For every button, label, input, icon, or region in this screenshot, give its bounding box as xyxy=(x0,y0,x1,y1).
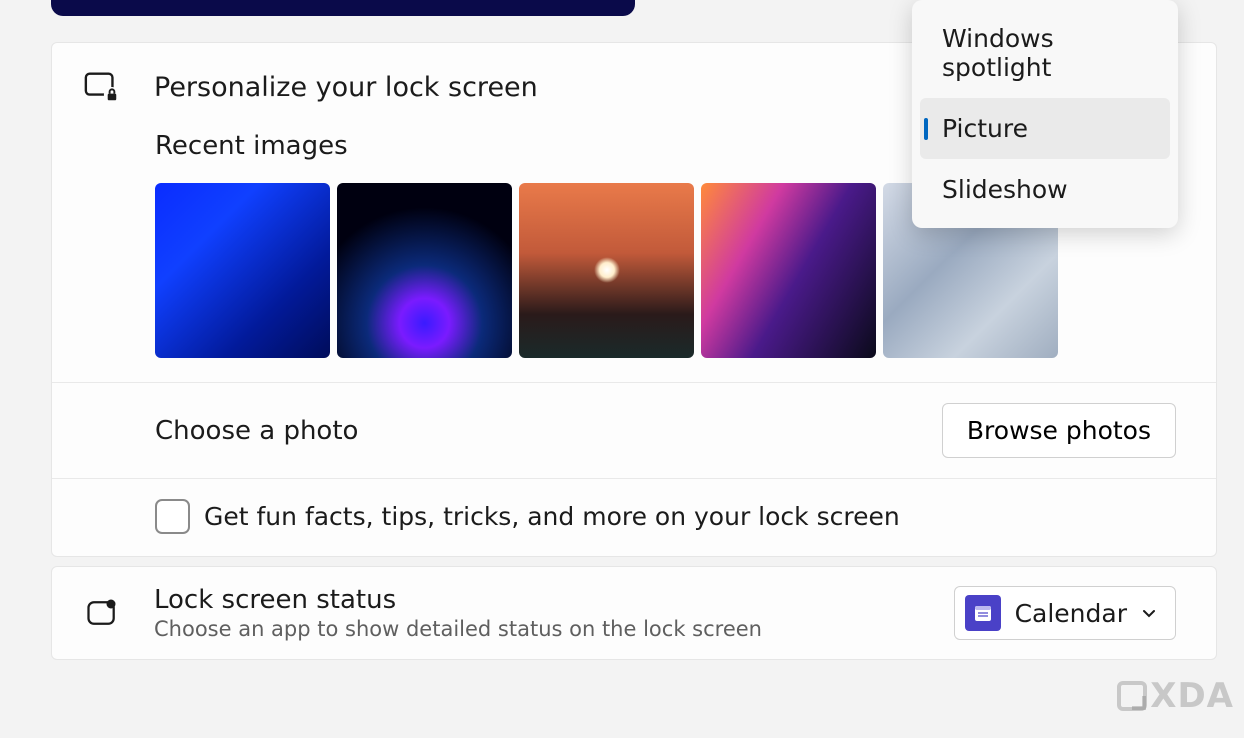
status-app-label: Calendar xyxy=(1015,599,1127,628)
choose-photo-label: Choose a photo xyxy=(155,416,358,446)
chevron-down-icon xyxy=(1141,605,1157,621)
status-icon xyxy=(82,593,122,633)
lockscreen-mode-dropdown: Windows spotlight Picture Slideshow xyxy=(912,0,1178,228)
xda-watermark: XDA xyxy=(1117,676,1234,716)
status-row[interactable]: Lock screen status Choose an app to show… xyxy=(52,567,1216,659)
lockscreen-status-card: Lock screen status Choose an app to show… xyxy=(51,566,1217,660)
recent-image-thumbnail[interactable] xyxy=(337,183,512,358)
funfacts-row: Get fun facts, tips, tricks, and more on… xyxy=(52,478,1216,556)
choose-photo-row: Choose a photo Browse photos xyxy=(52,382,1216,478)
recent-image-thumbnail[interactable] xyxy=(519,183,694,358)
recent-image-thumbnail[interactable] xyxy=(701,183,876,358)
browse-photos-button[interactable]: Browse photos xyxy=(942,403,1176,458)
dropdown-option-picture[interactable]: Picture xyxy=(920,98,1170,159)
status-app-dropdown[interactable]: Calendar xyxy=(954,586,1176,640)
funfacts-checkbox[interactable] xyxy=(155,499,190,534)
recent-image-thumbnail[interactable] xyxy=(155,183,330,358)
funfacts-label: Get fun facts, tips, tricks, and more on… xyxy=(204,502,900,531)
lockscreen-icon xyxy=(82,67,122,107)
lockscreen-preview-strip xyxy=(51,0,635,16)
dropdown-option-spotlight[interactable]: Windows spotlight xyxy=(920,8,1170,98)
dropdown-option-slideshow[interactable]: Slideshow xyxy=(920,159,1170,220)
status-title: Lock screen status xyxy=(154,585,954,615)
status-subtitle: Choose an app to show detailed status on… xyxy=(154,617,954,641)
calendar-icon xyxy=(965,595,1001,631)
